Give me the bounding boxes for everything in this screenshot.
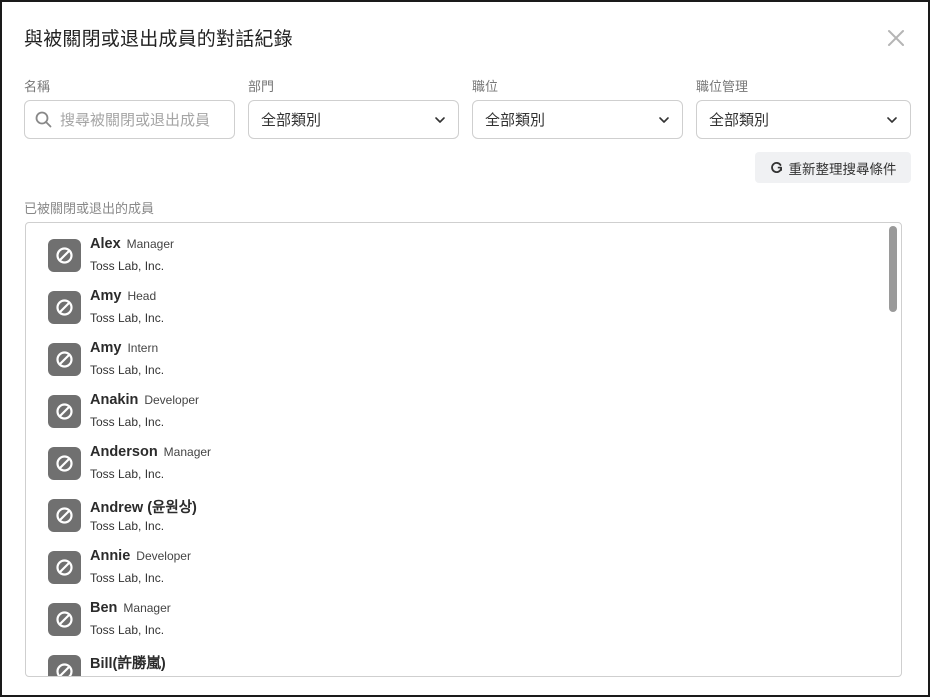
member-name: Ben bbox=[90, 600, 118, 616]
chevron-down-icon bbox=[887, 116, 897, 123]
member-name: Anderson bbox=[90, 444, 158, 460]
position-filter: 職位 全部類別 bbox=[472, 78, 683, 139]
member-row[interactable]: Anakin Developer Toss Lab, Inc. bbox=[26, 379, 886, 431]
member-organization: Toss Lab, Inc. bbox=[90, 519, 165, 533]
reset-search-button[interactable]: 重新整理搜尋條件 bbox=[755, 152, 911, 183]
member-list-items: Alex Manager Toss Lab, Inc. Amy Head Toss Lab… bbox=[26, 223, 886, 676]
member-row[interactable]: Bill(許勝嵐) Toss Lab, Inc. bbox=[26, 639, 886, 676]
member-name-line: Amy Head bbox=[90, 288, 156, 304]
section-label: 已被關閉或退出的成員 bbox=[24, 201, 155, 216]
chevron-down-icon bbox=[435, 116, 445, 123]
member-row[interactable]: Andrew (윤원상) Toss Lab, Inc. bbox=[26, 483, 886, 535]
member-name-line: Bill(許勝嵐) bbox=[90, 652, 172, 673]
member-name-line: Annie Developer bbox=[90, 548, 191, 564]
member-organization: Toss Lab, Inc. bbox=[90, 363, 165, 377]
member-avatar bbox=[48, 499, 81, 532]
position-select[interactable]: 全部類別 bbox=[472, 100, 683, 139]
position-management-select-value: 全部類別 bbox=[709, 112, 770, 129]
close-button[interactable] bbox=[882, 24, 910, 52]
member-organization: Toss Lab, Inc. bbox=[90, 311, 165, 325]
member-name-line: Anakin Developer bbox=[90, 392, 199, 408]
blocked-user-icon bbox=[56, 351, 73, 368]
member-avatar bbox=[48, 343, 81, 376]
member-name-line: Andrew (윤원상) bbox=[90, 496, 203, 517]
member-name-line: Anderson Manager bbox=[90, 444, 211, 460]
chevron-down-icon bbox=[659, 116, 669, 123]
blocked-user-icon bbox=[56, 299, 73, 316]
member-avatar bbox=[48, 291, 81, 324]
member-avatar bbox=[48, 239, 81, 272]
member-row[interactable]: Ben Manager Toss Lab, Inc. bbox=[26, 587, 886, 639]
member-organization: Toss Lab, Inc. bbox=[90, 467, 165, 481]
member-position: Manager bbox=[126, 237, 175, 251]
member-list: Alex Manager Toss Lab, Inc. Amy Head Toss Lab… bbox=[25, 222, 902, 677]
blocked-user-icon bbox=[56, 403, 73, 420]
position-management-filter: 職位管理 全部類別 bbox=[696, 78, 911, 139]
member-avatar bbox=[48, 395, 81, 428]
member-row[interactable]: Amy Intern Toss Lab, Inc. bbox=[26, 327, 886, 379]
department-filter: 部門 全部類別 bbox=[248, 78, 459, 139]
dialog-title: 與被關閉或退出成員的對話紀錄 bbox=[24, 29, 293, 50]
name-filter: 名稱 搜尋被關閉或退出成員 bbox=[24, 78, 235, 139]
member-avatar bbox=[48, 447, 81, 480]
member-name: Bill(許勝嵐) bbox=[90, 656, 166, 672]
member-name-line: Ben Manager bbox=[90, 600, 171, 616]
blocked-user-icon bbox=[56, 611, 73, 628]
name-filter-label: 名稱 bbox=[24, 79, 51, 94]
member-name: Amy bbox=[90, 288, 122, 304]
member-name-line: Alex Manager bbox=[90, 236, 174, 252]
refresh-icon bbox=[770, 162, 782, 173]
blocked-user-icon bbox=[56, 663, 73, 676]
deactivated-members-dialog: 與被關閉或退出成員的對話紀錄 名稱 搜尋被關閉或退出成員 部門 全部類別 職位 … bbox=[0, 0, 930, 697]
member-organization: Toss Lab, Inc. bbox=[90, 675, 164, 676]
member-avatar bbox=[48, 603, 81, 636]
member-row[interactable]: Annie Developer Toss Lab, Inc. bbox=[26, 535, 886, 587]
member-search-input[interactable]: 搜尋被關閉或退出成員 bbox=[24, 100, 235, 139]
reset-search-label: 重新整理搜尋條件 bbox=[788, 161, 897, 177]
position-filter-label: 職位 bbox=[472, 79, 499, 94]
member-position: Developer bbox=[136, 549, 191, 563]
member-position: Manager bbox=[163, 445, 212, 459]
member-organization: Toss Lab, Inc. bbox=[90, 259, 165, 273]
member-avatar bbox=[48, 551, 81, 584]
department-select-value: 全部類別 bbox=[261, 112, 322, 129]
department-select[interactable]: 全部類別 bbox=[248, 100, 459, 139]
department-filter-label: 部門 bbox=[248, 79, 275, 94]
member-row[interactable]: Amy Head Toss Lab, Inc. bbox=[26, 275, 886, 327]
blocked-user-icon bbox=[56, 247, 73, 264]
filter-bar: 名稱 搜尋被關閉或退出成員 部門 全部類別 職位 全部類別 職位管理 全部類別 bbox=[24, 78, 911, 140]
position-management-select[interactable]: 全部類別 bbox=[696, 100, 911, 139]
member-name: Alex bbox=[90, 236, 121, 252]
member-name: Andrew (윤원상) bbox=[90, 500, 197, 516]
member-organization: Toss Lab, Inc. bbox=[90, 571, 165, 585]
close-icon bbox=[888, 30, 904, 46]
blocked-user-icon bbox=[56, 507, 73, 524]
member-row[interactable]: Anderson Manager Toss Lab, Inc. bbox=[26, 431, 886, 483]
member-row[interactable]: Alex Manager Toss Lab, Inc. bbox=[26, 223, 886, 275]
search-placeholder: 搜尋被關閉或退出成員 bbox=[60, 112, 211, 129]
member-position: Developer bbox=[144, 393, 200, 407]
member-name: Anakin bbox=[90, 392, 139, 408]
blocked-user-icon bbox=[56, 559, 73, 576]
member-name: Annie bbox=[90, 548, 131, 564]
position-select-value: 全部類別 bbox=[485, 112, 546, 129]
member-position: Head bbox=[127, 289, 157, 303]
member-name-line: Amy Intern bbox=[90, 340, 158, 356]
member-name: Amy bbox=[90, 340, 122, 356]
member-position: Intern bbox=[127, 341, 159, 355]
member-organization: Toss Lab, Inc. bbox=[90, 623, 165, 637]
member-avatar bbox=[48, 655, 81, 676]
list-scrollbar[interactable] bbox=[889, 226, 897, 312]
blocked-user-icon bbox=[56, 455, 73, 472]
member-position: Manager bbox=[123, 601, 171, 615]
search-icon bbox=[35, 111, 52, 128]
member-organization: Toss Lab, Inc. bbox=[90, 415, 165, 429]
position-management-filter-label: 職位管理 bbox=[696, 79, 749, 94]
